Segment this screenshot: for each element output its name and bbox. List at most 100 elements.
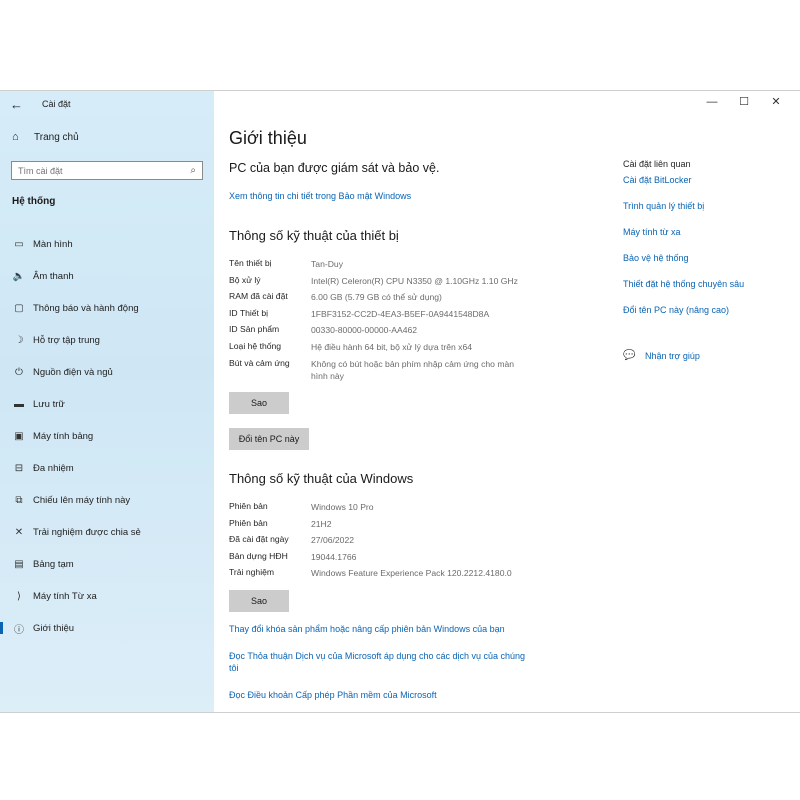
sidebar-item-multitasking[interactable]: ⊟ Đa nhiệm [0, 452, 214, 484]
minimize-icon[interactable]: — [696, 93, 728, 111]
spec-row: Loại hệ thống Hệ điều hành 64 bit, bộ xử … [229, 341, 531, 358]
sidebar-item-clipboard[interactable]: ▤ Bảng tạm [0, 548, 214, 580]
sidebar-item-label: Bảng tạm [33, 558, 74, 570]
home-icon: ⌂ [12, 131, 19, 143]
windows-security-link[interactable]: Xem thông tin chi tiết trong Bảo mật Win… [229, 191, 411, 201]
spec-value: Windows Feature Experience Pack 120.2212… [311, 568, 512, 579]
sidebar-item-label: Nguồn điện và ngủ [33, 366, 113, 378]
spec-key: Phiên bản [229, 501, 268, 511]
windows-specs-table: Phiên bản Windows 10 Pro Phiên bản 21H2 Đã… [229, 501, 571, 584]
sidebar-item-projecting[interactable]: ⧉ Chiếu lên máy tính này [0, 484, 214, 516]
remote-desktop-link[interactable]: Máy tính từ xa [623, 227, 793, 253]
sidebar-item-label: Hỗ trợ tập trung [33, 334, 100, 346]
sidebar-item-display[interactable]: ▭ Màn hình [0, 228, 214, 260]
copy-windows-specs-button[interactable]: Sao [229, 590, 289, 612]
main-content: — ☐ ✕ Giới thiệu PC của bạn được giám sá… [214, 91, 800, 712]
device-specs-heading: Thông số kỹ thuật của thiết bị [229, 228, 399, 243]
rename-pc-advanced-link[interactable]: Đổi tên PC này (nâng cao) [623, 305, 793, 331]
get-help-link[interactable]: 💬 Nhận trợ giúp [623, 350, 700, 361]
bottom-links: Thay đổi khóa sản phẩm hoặc nâng cấp phi… [229, 623, 529, 716]
get-help-label: Nhận trợ giúp [645, 350, 700, 361]
home-link[interactable]: ⌂ Trang chủ [12, 131, 79, 143]
sidebar-item-power-sleep[interactable]: ⏻ Nguồn điện và ngủ [0, 356, 214, 388]
sidebar-item-storage[interactable]: ▬ Lưu trữ [0, 388, 214, 420]
license-terms-link[interactable]: Đọc Điều khoản Cấp phép Phần mềm của Mic… [229, 689, 529, 701]
spec-value: 6.00 GB (5.79 GB có thể sử dụng) [311, 292, 442, 303]
spec-row: Trải nghiệm Windows Feature Experience Pa… [229, 567, 571, 584]
spec-value: 1FBF3152-CC2D-4EA3-B5EF-0A9441548D8A [311, 308, 490, 319]
notification-icon: ▢ [14, 302, 24, 314]
sidebar-item-about[interactable]: ⓘ Giới thiệu [0, 612, 214, 644]
sidebar-item-label: Giới thiệu [33, 622, 75, 634]
storage-icon: ▬ [14, 398, 24, 410]
moon-icon: ☽ [14, 334, 24, 346]
maximize-icon[interactable]: ☐ [728, 93, 760, 111]
close-icon[interactable]: ✕ [760, 93, 792, 111]
sidebar-item-tablet[interactable]: ▣ Máy tính bảng [0, 420, 214, 452]
device-manager-link[interactable]: Trình quản lý thiết bị [623, 201, 793, 227]
sidebar-item-notifications[interactable]: ▢ Thông báo và hành động [0, 292, 214, 324]
spec-value: 21H2 [311, 518, 332, 529]
spec-row: ID Thiết bị 1FBF3152-CC2D-4EA3-B5EF-0A944… [229, 308, 531, 325]
sidebar-item-label: Máy tính Từ xa [33, 590, 97, 602]
sidebar-item-shared-experiences[interactable]: ✕ Trải nghiệm được chia sẻ [0, 516, 214, 548]
copy-device-specs-button[interactable]: Sao [229, 392, 289, 414]
speaker-icon: 🔈 [12, 270, 26, 282]
sidebar-item-label: Máy tính bảng [33, 430, 94, 442]
spec-row: Phiên bản Windows 10 Pro [229, 501, 571, 518]
spec-value: 27/06/2022 [311, 535, 355, 546]
multitask-icon: ⊟ [14, 462, 24, 474]
search-box[interactable]: ⌕ [11, 161, 203, 180]
spec-key: ID Thiết bị [229, 307, 269, 318]
spec-value: Intel(R) Celeron(R) CPU N3350 @ 1.10GHz … [311, 275, 518, 286]
related-settings-title: Cài đặt liên quan [623, 159, 691, 169]
spec-row: RAM đã cài đặt 6.00 GB (5.79 GB có thể sử… [229, 291, 531, 308]
spec-key: Trải nghiệm [229, 567, 275, 578]
spec-key: Loại hệ thống [229, 340, 282, 351]
search-input[interactable] [18, 165, 178, 176]
spec-key: Bộ xử lý [229, 274, 261, 285]
sidebar-item-remote-desktop[interactable]: ⟩ Máy tính Từ xa [0, 580, 214, 612]
power-icon: ⏻ [15, 366, 23, 378]
device-specs-table: Tên thiết bị Tan-Duy Bộ xử lý Intel(R) Cel… [229, 258, 531, 381]
change-product-key-link[interactable]: Thay đổi khóa sản phẩm hoặc nâng cấp phi… [229, 623, 529, 635]
search-icon[interactable]: ⌕ [190, 165, 196, 176]
bitlocker-link[interactable]: Cài đặt BitLocker [623, 175, 793, 201]
projecting-icon: ⧉ [15, 494, 23, 506]
page-title: Giới thiệu [229, 128, 307, 148]
system-protection-link[interactable]: Bảo vệ hệ thống [623, 253, 793, 279]
spec-key: Phiên bản [229, 517, 268, 528]
sidebar-item-focus-assist[interactable]: ☽ Hỗ trợ tập trung [0, 324, 214, 356]
settings-window: ← Cài đặt ⌂ Trang chủ ⌕ Hệ thống ▭ Màn h… [0, 90, 800, 713]
sidebar-item-label: Chiếu lên máy tính này [33, 494, 131, 506]
protection-status: PC của bạn được giám sát và bảo vệ. [229, 161, 440, 175]
sidebar-item-sound[interactable]: 🔈 Âm thanh [0, 260, 214, 292]
spec-value: 00330-80000-00000-AA462 [311, 325, 418, 336]
services-agreement-link[interactable]: Đọc Thỏa thuận Dịch vụ của Microsoft áp … [229, 650, 529, 674]
advanced-system-settings-link[interactable]: Thiết đặt hệ thống chuyên sâu [623, 279, 793, 305]
spec-row: Đã cài đặt ngày 27/06/2022 [229, 534, 571, 551]
window-controls: — ☐ ✕ [696, 93, 792, 111]
clipboard-icon: ▤ [14, 558, 24, 570]
tablet-icon: ▣ [14, 430, 24, 442]
title-bar: ← Cài đặt [0, 94, 214, 114]
spec-value: 19044.1766 [311, 551, 357, 562]
remote-desktop-icon: ⟩ [17, 590, 21, 602]
spec-key: Đã cài đặt ngày [229, 534, 289, 545]
spec-value: Tan-Duy [311, 259, 343, 269]
related-settings: Cài đặt liên quan Cài đặt BitLocker Trìn… [623, 159, 793, 331]
rename-pc-button[interactable]: Đổi tên PC này [229, 428, 309, 450]
sidebar-item-label: Thông báo và hành động [33, 302, 139, 314]
shared-icon: ✕ [14, 526, 24, 538]
spec-row: Bản dựng HĐH 19044.1766 [229, 551, 571, 568]
info-icon: ⓘ [14, 624, 24, 636]
spec-key: Bút và cảm ứng [229, 357, 290, 368]
spec-key: Tên thiết bị [229, 258, 272, 268]
sidebar-nav: ▭ Màn hình 🔈 Âm thanh ▢ Thông báo và hàn… [0, 228, 214, 644]
sidebar: ← Cài đặt ⌂ Trang chủ ⌕ Hệ thống ▭ Màn h… [0, 91, 214, 712]
back-arrow-icon[interactable]: ← [10, 97, 28, 112]
sidebar-item-label: Trải nghiệm được chia sẻ [33, 526, 141, 538]
spec-key: ID Sản phẩm [229, 324, 280, 335]
windows-specs-heading: Thông số kỹ thuật của Windows [229, 471, 414, 486]
window-title: Cài đặt [42, 99, 71, 109]
